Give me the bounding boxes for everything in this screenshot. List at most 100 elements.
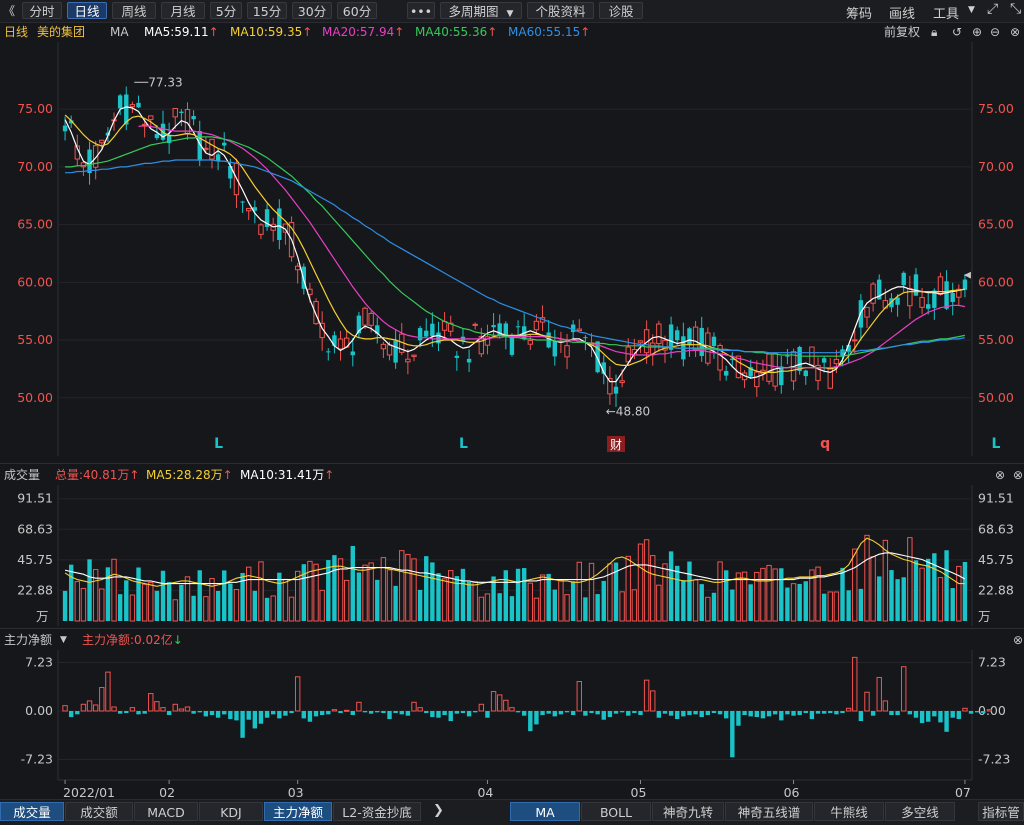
capital-bar bbox=[393, 711, 398, 714]
ma-label[interactable]: MA bbox=[110, 22, 129, 42]
candle-body bbox=[203, 147, 209, 150]
volume-bar bbox=[129, 594, 136, 622]
capital-bar bbox=[607, 711, 613, 718]
volume-bar bbox=[515, 568, 521, 621]
capital-bar bbox=[558, 711, 564, 715]
stock-name[interactable]: 美的集团 bbox=[37, 22, 85, 42]
up-arrow-icon: ↑ bbox=[487, 25, 498, 39]
indicator-manager-button[interactable]: 指标管 bbox=[978, 802, 1024, 821]
indicator-tab-4[interactable]: 主力净额 bbox=[264, 802, 332, 821]
ma-line-ma40 bbox=[65, 136, 966, 357]
period-tab-2[interactable]: 周线 bbox=[112, 2, 156, 19]
capital-bar bbox=[986, 709, 993, 712]
volume-bar bbox=[326, 560, 331, 621]
overlay-tab-4[interactable]: 牛熊线 bbox=[814, 802, 884, 821]
capital-bar bbox=[319, 711, 325, 716]
zoom-in-icon[interactable]: ⊕ bbox=[972, 22, 982, 42]
capital-bar bbox=[748, 711, 753, 717]
capital-bar bbox=[68, 711, 74, 718]
close-icon[interactable]: ⊗ bbox=[1010, 22, 1020, 42]
volume-ma10: MA10:31.41万↑ bbox=[240, 465, 334, 485]
overlay-tab-5[interactable]: 多空线 bbox=[885, 802, 955, 821]
shrink-icon[interactable]: ⤡ bbox=[1010, 1, 1021, 17]
multi-period-dropdown[interactable]: 多周期图 ▼ bbox=[440, 2, 522, 19]
capital-bar bbox=[105, 671, 111, 712]
volume-bar bbox=[491, 576, 496, 621]
candle-body bbox=[552, 341, 557, 357]
volume-bar bbox=[111, 558, 117, 622]
fullscreen-icon[interactable]: ⤢ bbox=[987, 1, 998, 17]
draw-line-button[interactable]: 画线 bbox=[889, 3, 915, 22]
indicator-tab-5[interactable]: L2-资金抄底 bbox=[333, 802, 421, 821]
volume-bar bbox=[583, 597, 588, 621]
close-icon[interactable]: ⊗ bbox=[1013, 630, 1023, 650]
candlestick-chart[interactable]: 75.00 75.00 70.00 70.00 65.00 65.00 60.00 60.00… bbox=[0, 42, 1024, 456]
stock-info-button[interactable]: 个股资料 bbox=[527, 2, 594, 19]
volume-bar bbox=[172, 599, 178, 622]
volume-bar bbox=[92, 569, 99, 622]
indicator-tab-0[interactable]: 成交量 bbox=[0, 802, 64, 821]
y-tick-label-right: 91.51 bbox=[978, 491, 1014, 506]
caret-down-icon[interactable]: ▼ bbox=[60, 630, 67, 650]
volume-chart[interactable]: 91.51 91.51 68.63 68.63 45.75 45.75 22.88 22.88… bbox=[0, 485, 1024, 626]
capital-title[interactable]: 主力净额 bbox=[4, 630, 52, 650]
indicator-tab-3[interactable]: KDJ bbox=[199, 802, 263, 821]
candle-body bbox=[430, 323, 435, 337]
candle-body bbox=[692, 326, 699, 351]
capital-bar bbox=[950, 711, 955, 718]
lock-icon[interactable]: 🔒︎ bbox=[931, 22, 937, 42]
period-tab-5[interactable]: 15分 bbox=[247, 2, 287, 19]
capital-bar bbox=[662, 711, 668, 714]
period-tab-4[interactable]: 5分 bbox=[210, 2, 242, 19]
y-tick-label-right: 22.88 bbox=[978, 582, 1014, 597]
capital-bar bbox=[490, 691, 497, 712]
volume-title[interactable]: 成交量 bbox=[4, 465, 40, 485]
caret-down-icon: ▼ bbox=[506, 9, 514, 19]
capital-bar bbox=[772, 711, 778, 715]
tools-button[interactable]: 工具 bbox=[933, 3, 959, 22]
period-tab-0[interactable]: 分时 bbox=[22, 2, 62, 19]
overlay-tab-0[interactable]: MA bbox=[510, 802, 580, 821]
period-tab-3[interactable]: 月线 bbox=[161, 2, 205, 19]
adjust-mode-button[interactable]: 前复权 bbox=[884, 22, 920, 42]
up-arrow-icon: ↑ bbox=[394, 25, 405, 39]
more-periods-button[interactable]: ••• bbox=[407, 2, 435, 19]
diagnose-button[interactable]: 诊股 bbox=[599, 2, 643, 19]
capital-bar bbox=[405, 711, 411, 716]
y-tick-label-left: 68.63 bbox=[17, 521, 53, 536]
capital-bar bbox=[240, 711, 245, 738]
y-tick-label-left: 45.75 bbox=[17, 552, 53, 567]
capital-bar bbox=[166, 711, 172, 716]
overlay-tab-1[interactable]: BOLL bbox=[581, 802, 651, 821]
period-tab-7[interactable]: 60分 bbox=[337, 2, 377, 19]
chips-button[interactable]: 筹码 bbox=[846, 3, 872, 22]
volume-bar bbox=[785, 587, 790, 621]
close-icon[interactable]: ⊗ bbox=[995, 465, 1005, 485]
capital-bar bbox=[656, 711, 662, 718]
volume-bar bbox=[472, 581, 478, 622]
y-tick-label-left: 65.00 bbox=[17, 217, 53, 232]
capital-flow-chart[interactable]: 7.23 7.230.00 0.00-7.23 -7.232022/01 02 03 04 0… bbox=[0, 650, 1024, 800]
overlay-tab-3[interactable]: 神奇五线谱 bbox=[725, 802, 813, 821]
close-icon[interactable]: ⊗ bbox=[1013, 465, 1023, 485]
zoom-out-icon[interactable]: ⊖ bbox=[990, 22, 1000, 42]
candle-body bbox=[803, 370, 808, 377]
y-tick-label-left: 50.00 bbox=[17, 390, 53, 405]
candle-body bbox=[723, 370, 729, 376]
capital-bar bbox=[148, 693, 154, 712]
chevron-right-icon[interactable]: ❯ bbox=[433, 803, 444, 818]
indicator-tab-1[interactable]: 成交额 bbox=[65, 802, 133, 821]
tools-caret-icon[interactable]: ▼ bbox=[968, 5, 975, 15]
undo-icon[interactable]: ↺ bbox=[952, 22, 962, 42]
volume-bar bbox=[313, 563, 319, 622]
indicator-tab-2[interactable]: MACD bbox=[134, 802, 198, 821]
capital-bar bbox=[264, 711, 270, 718]
period-tab-6[interactable]: 30分 bbox=[292, 2, 332, 19]
main-legend: 日线 美的集团 MA MA5:59.11↑ MA10:59.35↑ MA20:5… bbox=[0, 22, 1024, 42]
finance-badge: 财 bbox=[610, 438, 622, 452]
collapse-left-icon[interactable]: 《 bbox=[3, 2, 15, 19]
volume-bar bbox=[62, 590, 68, 621]
overlay-tab-2[interactable]: 神奇九转 bbox=[652, 802, 724, 821]
volume-bar bbox=[80, 587, 87, 622]
period-tab-1[interactable]: 日线 bbox=[67, 2, 107, 19]
